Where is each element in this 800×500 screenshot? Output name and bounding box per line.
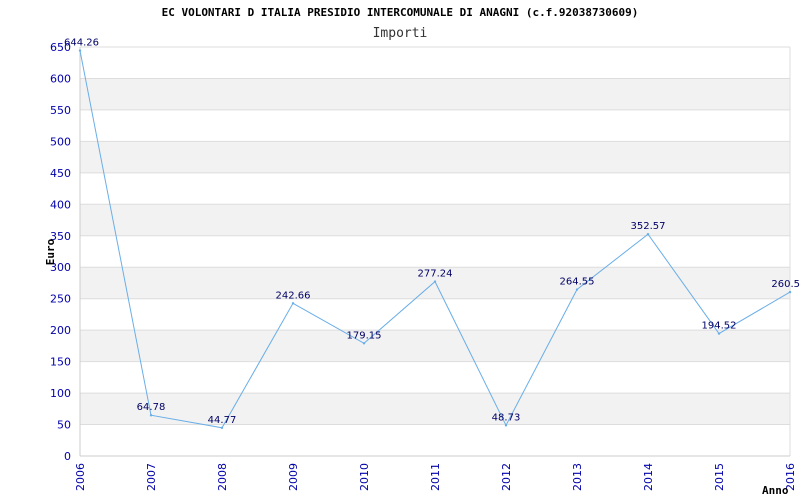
x-tick-label: 2011 <box>429 463 442 491</box>
y-tick-label: 600 <box>50 72 71 85</box>
background-band <box>80 204 790 236</box>
data-point <box>646 232 650 236</box>
data-label: 48.73 <box>492 412 521 423</box>
y-tick-label: 400 <box>50 198 71 211</box>
background-band <box>80 393 790 425</box>
y-tick-label: 450 <box>50 167 71 180</box>
x-axis-ticks: 2006 2007 2008 2009 2010 2011 2012 2013 2014 2015… <box>74 463 797 491</box>
x-tick-label: 2012 <box>500 463 513 491</box>
y-tick-label: 50 <box>57 419 71 432</box>
background-band <box>80 141 790 173</box>
y-tick-label: 100 <box>50 387 71 400</box>
background-band <box>80 78 790 110</box>
data-point <box>504 424 508 427</box>
x-tick-label: 2008 <box>216 463 229 491</box>
x-tick-label: 2006 <box>74 463 87 491</box>
background-bands <box>80 78 790 425</box>
data-label: 194.52 <box>702 321 737 332</box>
data-label: 242.66 <box>276 290 311 301</box>
x-tick-label: 2010 <box>358 463 371 491</box>
data-label: 260.5 <box>771 279 800 290</box>
chart-title: EC VOLONTARI D ITALIA PRESIDIO INTERCOMU… <box>162 6 639 19</box>
data-point <box>149 414 153 417</box>
y-tick-label: 250 <box>50 293 71 306</box>
data-label: 352.57 <box>631 221 666 232</box>
x-tick-label: 2013 <box>571 463 584 491</box>
chart-subtitle: Importi <box>373 26 428 41</box>
y-axis-label: Euro <box>44 238 57 265</box>
data-label: 44.77 <box>208 415 237 426</box>
data-point <box>717 332 721 335</box>
data-point <box>291 302 295 305</box>
data-point <box>575 288 579 291</box>
data-point <box>220 426 224 430</box>
x-tick-label: 2009 <box>287 463 300 491</box>
data-point <box>433 280 437 283</box>
y-tick-label: 200 <box>50 324 71 337</box>
data-point <box>78 49 82 52</box>
data-label: 644.26 <box>64 38 99 49</box>
x-tick-label: 2015 <box>713 463 726 491</box>
y-tick-label: 150 <box>50 356 71 369</box>
y-tick-label: 550 <box>50 104 71 117</box>
y-tick-label: 500 <box>50 135 71 148</box>
line-chart: 050100150200250300350400450500550600650 … <box>44 6 800 497</box>
data-label: 179.15 <box>347 330 382 341</box>
background-band <box>80 330 790 362</box>
x-axis-label: Anno <box>762 484 789 497</box>
data-label: 64.78 <box>137 402 166 413</box>
x-tick-label: 2007 <box>145 463 158 491</box>
data-point <box>362 342 366 345</box>
y-tick-label: 0 <box>64 450 71 463</box>
data-label: 264.55 <box>560 277 595 288</box>
data-point <box>788 290 792 294</box>
data-label: 277.24 <box>418 269 453 280</box>
x-tick-label: 2014 <box>642 463 655 491</box>
